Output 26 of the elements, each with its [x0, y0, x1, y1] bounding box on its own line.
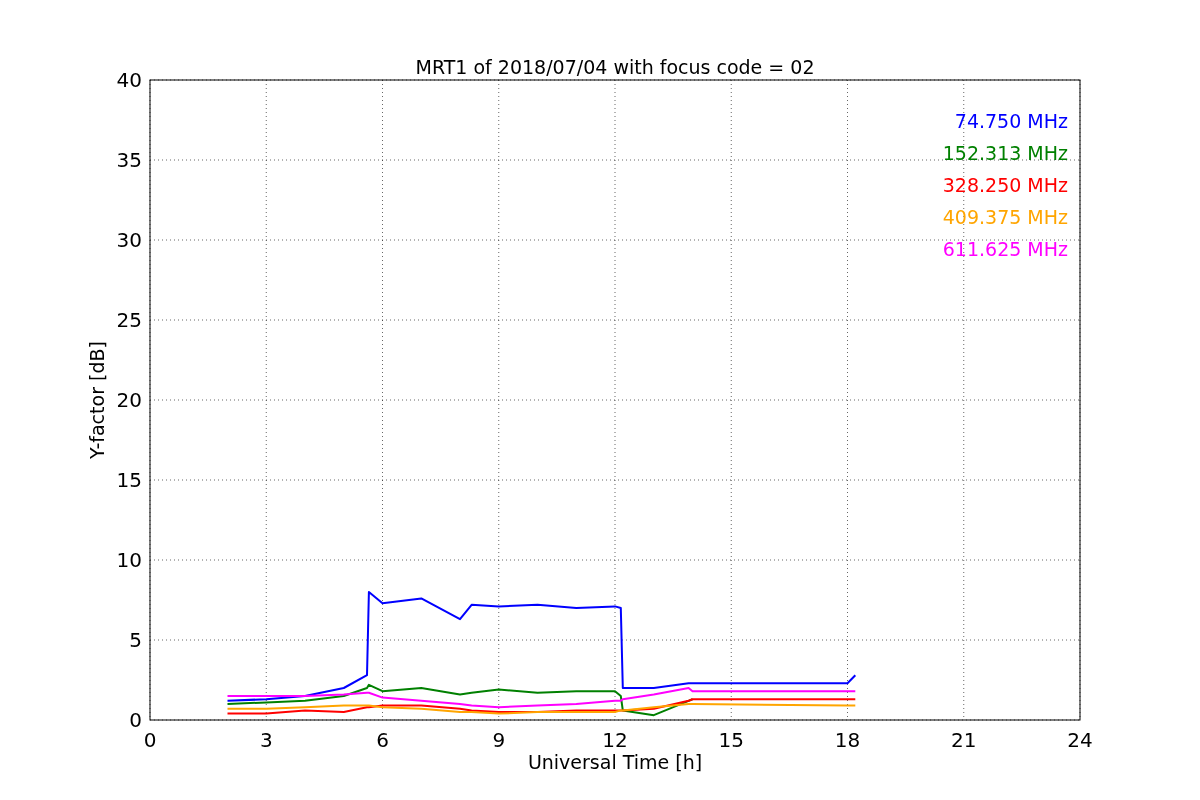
- tick-label: 6: [376, 728, 389, 752]
- legend-label: 611.625 MHz: [942, 238, 1068, 260]
- legend-label: 409.375 MHz: [942, 206, 1068, 228]
- tick-label: 3: [259, 728, 273, 752]
- tick-label: 10: [116, 548, 142, 572]
- tick-label: 9: [492, 728, 506, 752]
- tick-label: 40: [116, 68, 142, 92]
- tick-label: 20: [116, 388, 142, 412]
- tick-label: 0: [129, 708, 142, 732]
- legend-label: 328.250 MHz: [942, 174, 1068, 196]
- tick-label: 18: [834, 728, 861, 752]
- axis-label: Universal Time [h]: [527, 751, 703, 773]
- tick-label: 25: [116, 308, 142, 332]
- legend-label: 152.313 MHz: [942, 142, 1068, 164]
- tick-label: 30: [116, 228, 142, 252]
- tick-label: 15: [116, 468, 142, 492]
- tick-label: 0: [143, 728, 157, 752]
- tick-label: 24: [1067, 728, 1093, 752]
- tick-label: 12: [602, 728, 628, 752]
- tick-label: 5: [129, 628, 142, 652]
- axis-label: Y-factor [dB]: [86, 341, 108, 459]
- tick-label: 35: [116, 148, 142, 172]
- chart-title: MRT1 of 2018/07/04 with focus code = 02: [415, 56, 815, 78]
- tick-label: 15: [718, 728, 744, 752]
- legend-label: 74.750 MHz: [954, 110, 1068, 132]
- tick-label: 21: [951, 728, 977, 752]
